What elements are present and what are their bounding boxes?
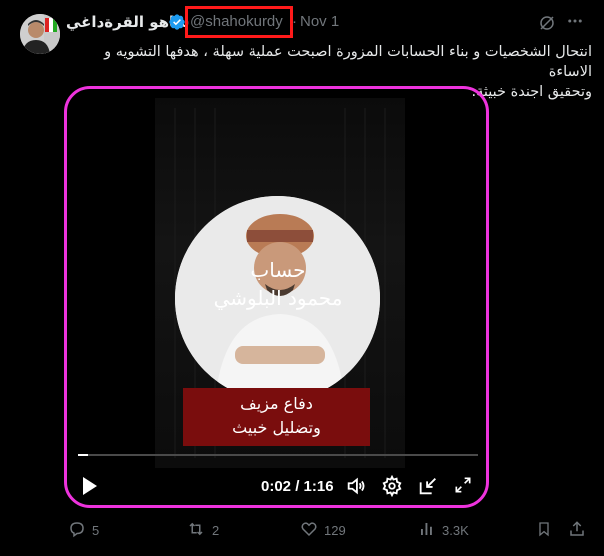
separator-dot: ·	[292, 13, 297, 30]
like-icon	[300, 520, 318, 541]
reply-button[interactable]: 5	[68, 520, 99, 541]
progress-fill	[78, 454, 89, 456]
views-icon	[418, 520, 436, 541]
video-caption-line-1: حساب	[250, 258, 306, 282]
reply-icon	[68, 520, 86, 541]
pip-icon[interactable]	[417, 475, 439, 500]
reply-count: 5	[92, 523, 100, 538]
like-count: 129	[324, 523, 346, 538]
verified-badge-icon	[168, 13, 186, 31]
play-icon[interactable]	[81, 476, 99, 500]
share-icon[interactable]	[568, 520, 586, 538]
repost-button[interactable]: 2	[186, 520, 219, 541]
views-count: 3.3K	[442, 523, 469, 538]
banner-line-2: وتضليل خبيث	[232, 418, 321, 437]
action-bar: 5 2 129 3.3K	[0, 520, 604, 544]
video-caption-line-2: محمود البلوشي	[213, 286, 343, 310]
views-button[interactable]: 3.3K	[418, 520, 469, 541]
fullscreen-icon[interactable]	[453, 475, 473, 500]
more-icon[interactable]	[566, 12, 584, 35]
repost-count: 2	[212, 523, 220, 538]
settings-icon[interactable]	[381, 474, 403, 500]
tweet-text-line-1: انتحال الشخصيات و بناء الحسابات المزورة …	[104, 44, 592, 80]
repost-icon	[186, 520, 206, 541]
video-time: 0:02 / 1:16	[261, 478, 334, 495]
tweet-date[interactable]: Nov 1	[300, 13, 339, 30]
bookmark-icon[interactable]	[536, 520, 552, 538]
progress-bar[interactable]	[78, 454, 478, 456]
like-button[interactable]: 129	[300, 520, 346, 541]
avatar[interactable]	[20, 14, 60, 54]
volume-icon[interactable]	[345, 475, 367, 500]
video-player[interactable]: حساب محمود البلوشي دفاع مزيف وتضليل خبيث…	[75, 98, 481, 500]
author-handle[interactable]: @shahokurdy	[190, 13, 283, 30]
video-banner: دفاع مزيف وتضليل خبيث	[183, 388, 370, 446]
tweet: شاهو القرةداغي @shahokurdy · Nov 1 انتحا…	[0, 0, 604, 556]
grok-icon[interactable]	[538, 14, 556, 37]
banner-line-1: دفاع مزيف	[240, 394, 313, 413]
